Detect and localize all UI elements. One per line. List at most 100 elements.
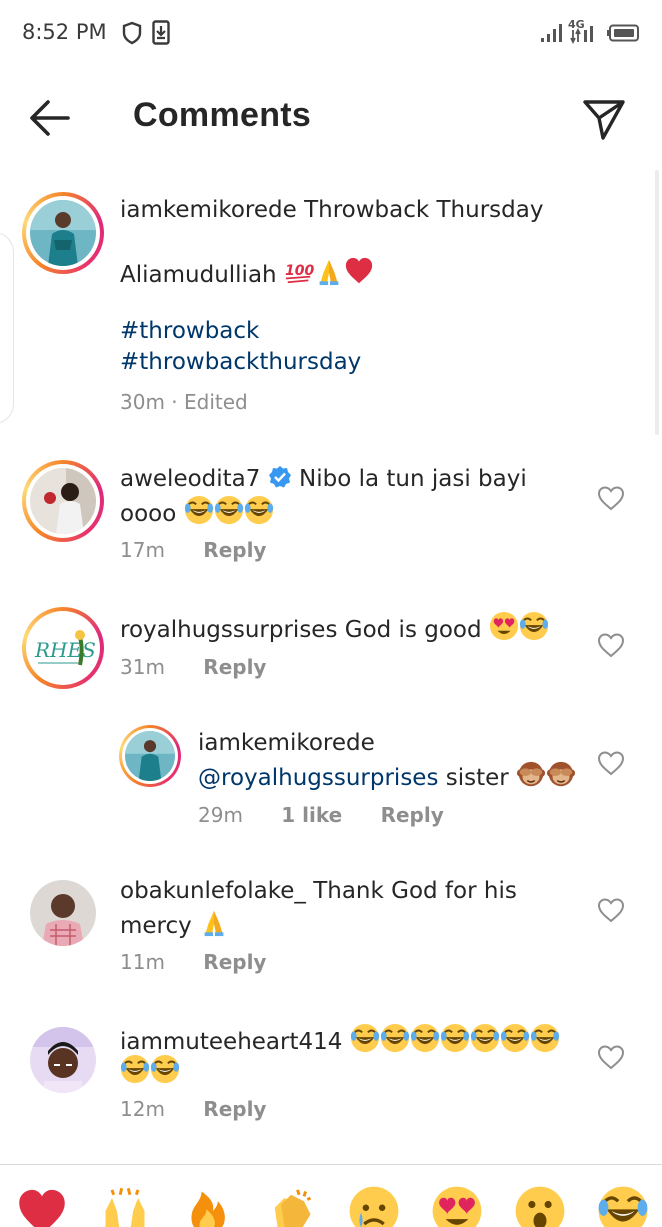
battery-icon [606,24,640,46]
avatar[interactable] [30,880,96,946]
hashtag-throwback[interactable]: #throwback [120,316,259,347]
avatar[interactable]: RHES [22,607,104,689]
comment-time: 11m [120,950,165,974]
laughing-icon [380,1023,410,1053]
share-button[interactable] [578,94,630,144]
laughing-icon [440,1023,470,1053]
emoji-reaction-bar [0,1164,662,1227]
caption-username[interactable]: iamkemikorede [120,197,297,223]
shield-icon [122,21,142,49]
comment-username[interactable]: aweleodita7 [120,466,260,492]
surprised-face-emoji-button[interactable] [514,1185,566,1227]
see-no-evil-monkey-icon [546,759,576,789]
like-heart-icon[interactable] [597,897,625,923]
comment-line2-text: oooo [120,501,177,527]
laughing-icon [150,1054,180,1084]
like-heart-icon[interactable] [597,750,625,776]
heart-emoji-button[interactable] [16,1185,68,1227]
clapping-hands-emoji-button[interactable] [265,1185,317,1227]
avatar[interactable] [22,192,104,274]
comment-username[interactable]: obakunlefolake_ [120,878,306,904]
verified-badge-icon [268,466,291,488]
signal-icon-2 [570,24,598,48]
laughing-icon [350,1023,380,1053]
laughing-icon [184,495,214,525]
rhes-logo-text: RHES [34,638,96,662]
likes-count[interactable]: 1 like [281,803,342,827]
laughing-icon [120,1054,150,1084]
comment-time: 17m [120,538,165,562]
avatar[interactable] [119,725,181,787]
heart-eyes-emoji-button[interactable] [431,1185,483,1227]
scrollbar[interactable] [655,170,659,435]
signal-icon [540,22,566,48]
heart-eyes-icon [489,611,519,641]
laughing-icon [470,1023,500,1053]
comment-line2 [120,1054,180,1089]
reply-button[interactable]: Reply [381,803,444,827]
status-time: 8:52 PM [22,20,107,44]
comment-line1: Nibo la tun jasi bayi [299,466,527,492]
caption-meta: 30m · Edited [120,390,248,414]
comment-line1: Thank God for his [313,878,517,904]
comment-line2: mercy [120,907,229,942]
raising-hands-emoji-button[interactable] [99,1185,151,1227]
laughing-icon [519,611,549,641]
like-heart-icon[interactable] [597,632,625,658]
reply-button[interactable]: Reply [203,655,266,679]
reply-username[interactable]: iamkemikorede [198,728,375,759]
mention-link[interactable]: @royalhugssurprises [198,765,438,791]
page-title: Comments [133,96,312,134]
like-heart-icon[interactable] [597,485,625,511]
comment-meta: 17m Reply [120,538,266,562]
reply-text: @royalhugssurprises sister [198,759,598,794]
comment-text: iammuteeheart414 [120,1023,600,1058]
fire-emoji-button[interactable] [182,1185,234,1227]
pray-icon [314,256,344,286]
caption-line1: Throwback Thursday [304,197,544,223]
like-heart-icon[interactable] [597,1044,625,1070]
caption-line2: Aliamudulliah [120,256,374,291]
laughing-icon [530,1023,560,1053]
crying-face-emoji-button[interactable] [348,1185,400,1227]
hundred-icon [284,256,314,286]
caption-time: 30m [120,390,165,414]
comment-username[interactable]: royalhugssurprises [120,617,337,643]
reply-time: 29m [198,803,243,827]
header: Comments [0,66,662,170]
reply-button[interactable]: Reply [203,950,266,974]
laughing-icon [214,495,244,525]
back-button[interactable] [24,94,76,142]
comment-username[interactable]: iammuteeheart414 [120,1029,342,1055]
comment-meta: 31m Reply [120,655,266,679]
comment-text: obakunlefolake_ Thank God for his [120,876,590,907]
reply-button[interactable]: Reply [203,538,266,562]
avatar[interactable] [22,460,104,542]
caption-text: iamkemikorede Throwback Thursday [120,195,640,226]
caption-line2-text: Aliamudulliah [120,262,277,288]
pray-icon [199,907,229,937]
paper-plane-icon [583,100,625,140]
laughing-icon [410,1023,440,1053]
hashtag-throwbackthursday[interactable]: #throwbackthursday [120,347,361,378]
back-arrow-icon [30,100,70,136]
comment-text: royalhugssurprises God is good [120,611,590,646]
reply-button[interactable]: Reply [203,1097,266,1121]
comment-meta: 11m Reply [120,950,266,974]
reply-meta: 29m 1 like Reply [198,803,444,827]
comments-screen: 8:52 PM 4G Comments iamkemikorede Throwb… [0,0,662,1227]
comment-meta: 12m Reply [120,1097,266,1121]
comment-time: 31m [120,655,165,679]
status-bar: 8:52 PM 4G [0,0,662,66]
edited-label: · Edited [171,390,248,414]
comment-time: 12m [120,1097,165,1121]
avatar[interactable] [30,1027,96,1093]
comment-line2-text: mercy [120,913,192,939]
see-no-evil-monkey-icon [516,759,546,789]
reply-body: sister [445,765,509,791]
edge-peek [0,232,14,424]
download-icon [152,20,170,50]
tears-of-joy-emoji-button[interactable] [597,1185,649,1227]
comment-text: aweleodita7 Nibo la tun jasi bayi [120,464,590,495]
laughing-icon [244,495,274,525]
